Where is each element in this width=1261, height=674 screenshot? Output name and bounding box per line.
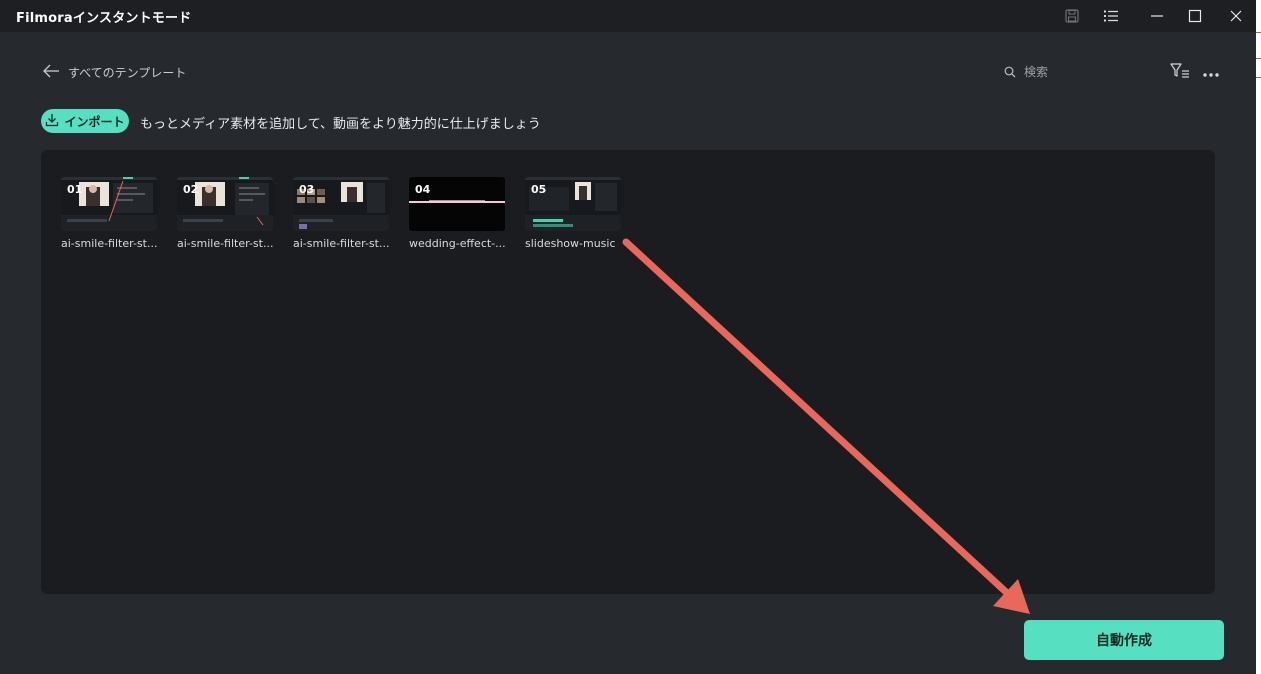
- media-number: 03: [299, 183, 315, 196]
- title-bar: Filmoraインスタントモード: [0, 0, 1256, 32]
- media-name: ai-smile-filter-st...: [293, 237, 390, 250]
- media-name: wedding-effect-...: [409, 237, 506, 250]
- minimize-icon[interactable]: [1147, 6, 1167, 26]
- media-number: 01: [67, 183, 83, 196]
- media-number: 04: [415, 183, 431, 196]
- strip-mark: [1256, 77, 1261, 78]
- more-dots-icon: [1202, 63, 1220, 82]
- media-thumbnail: 03: [293, 177, 389, 231]
- filter-icon: [1170, 62, 1190, 82]
- media-number: 02: [183, 183, 199, 196]
- media-thumbnail: 02: [177, 177, 273, 231]
- media-item[interactable]: 04 wedding-effect-...: [409, 177, 506, 250]
- instant-mode-window: Filmoraインスタントモード すべてのテンプレート 検索 インポート もっと…: [0, 0, 1256, 674]
- media-name: ai-smile-filter-st...: [61, 237, 158, 250]
- search-icon: [1004, 63, 1016, 82]
- media-name: ai-smile-filter-st...: [177, 237, 274, 250]
- background-strip: [1256, 0, 1261, 674]
- list-menu-icon[interactable]: [1101, 6, 1121, 26]
- back-link-label: すべてのテンプレート: [68, 66, 187, 80]
- import-button-label: インポート: [64, 114, 125, 129]
- media-thumbnail: 04: [409, 177, 505, 231]
- import-hint-text: もっとメディア素材を追加して、動画をより魅力的に仕上げましょう: [140, 117, 541, 132]
- media-item[interactable]: 05 slideshow-music: [525, 177, 621, 250]
- more-options-button[interactable]: [1200, 62, 1222, 82]
- app-title: Filmoraインスタントモード: [16, 11, 192, 26]
- media-item[interactable]: 01 ai-smile-filter-st...: [61, 177, 157, 250]
- media-thumbnail: 05: [525, 177, 621, 231]
- save-icon[interactable]: [1062, 6, 1082, 26]
- media-number: 05: [531, 183, 547, 196]
- close-icon[interactable]: [1226, 6, 1246, 26]
- download-icon: [45, 112, 59, 131]
- media-item[interactable]: 02 ai-smile-filter-st...: [177, 177, 273, 250]
- import-button[interactable]: インポート: [41, 109, 129, 133]
- arrow-left-icon: [42, 63, 60, 82]
- search-input[interactable]: [1024, 65, 1134, 79]
- media-name: slideshow-music: [525, 237, 616, 250]
- strip-mark: [1256, 32, 1261, 33]
- search-box[interactable]: [1004, 63, 1144, 81]
- back-to-templates-link[interactable]: すべてのテンプレート: [42, 63, 186, 82]
- strip-mark: [1256, 58, 1261, 59]
- maximize-icon[interactable]: [1185, 6, 1205, 26]
- media-thumbnail: 01: [61, 177, 157, 231]
- media-item[interactable]: 03 ai-smile-filter-st...: [293, 177, 389, 250]
- media-panel: 01 ai-smile-filter-st... 02 ai-smile-fil…: [41, 150, 1215, 594]
- filter-sort-button[interactable]: [1169, 62, 1191, 82]
- auto-create-button[interactable]: 自動作成: [1024, 620, 1224, 660]
- auto-create-label: 自動作成: [1096, 633, 1152, 649]
